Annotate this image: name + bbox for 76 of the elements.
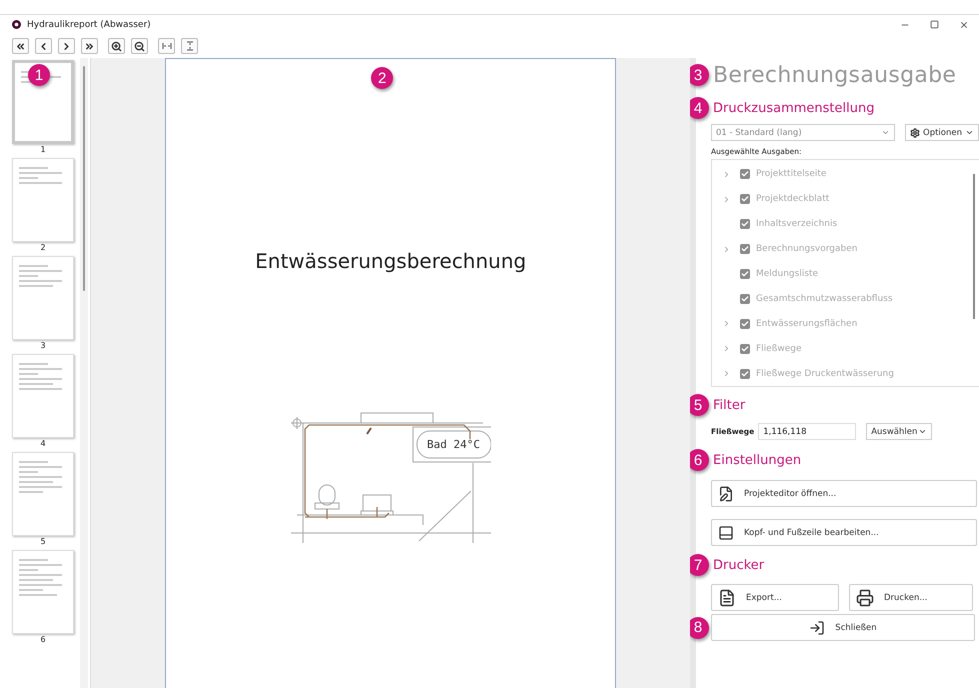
tree-item-label: Berechnungsvorgaben bbox=[756, 244, 858, 254]
flow-path-field[interactable]: 1,116,118 bbox=[758, 423, 856, 440]
printer-icon bbox=[856, 588, 874, 606]
checkbox[interactable] bbox=[740, 244, 750, 254]
room-label: Bad 24°C bbox=[426, 438, 480, 451]
scrollbar-thumb[interactable] bbox=[973, 174, 975, 319]
callout-number: 2 bbox=[371, 67, 394, 89]
section-heading: Druckzusammenstellung bbox=[713, 100, 874, 116]
app-logo-icon bbox=[12, 20, 21, 29]
page-thumbnail[interactable] bbox=[12, 256, 74, 340]
page-number: 3 bbox=[40, 341, 46, 350]
close-button[interactable]: Schließen bbox=[711, 614, 975, 641]
section-heading: Einstellungen bbox=[713, 452, 802, 468]
chevron-down-icon bbox=[881, 128, 890, 137]
checkbox[interactable] bbox=[740, 368, 750, 379]
toolbar-button[interactable] bbox=[58, 38, 75, 54]
section-heading: Drucker bbox=[713, 558, 764, 572]
checkbox[interactable] bbox=[740, 269, 750, 279]
page-thumbnail[interactable] bbox=[12, 452, 74, 536]
select-dropdown[interactable]: Auswählen bbox=[866, 423, 932, 440]
fit-width-icon bbox=[162, 42, 172, 50]
footer-panel-icon bbox=[718, 524, 734, 540]
zoom-in-icon bbox=[111, 40, 122, 52]
tree-item-label: Fließwege Druckentwässerung bbox=[756, 368, 894, 379]
toolbar-button[interactable] bbox=[81, 38, 98, 54]
toolbar-button[interactable] bbox=[12, 38, 29, 54]
tree-item-label: Gesamtschmutzwasserabfluss bbox=[756, 294, 893, 304]
toolbar-button[interactable] bbox=[158, 38, 175, 54]
page-thumbnail[interactable] bbox=[12, 354, 74, 438]
last-page-icon bbox=[84, 40, 95, 52]
tree-item-label: Projektdeckblatt bbox=[756, 194, 830, 204]
chevron-down-icon bbox=[918, 427, 928, 436]
checkbox[interactable] bbox=[740, 318, 750, 329]
page-thumbnail[interactable] bbox=[12, 550, 74, 634]
page-thumbnail[interactable] bbox=[12, 60, 74, 144]
toolbar-button[interactable] bbox=[108, 38, 125, 54]
zoom-out-icon bbox=[134, 40, 145, 52]
checkbox[interactable] bbox=[740, 194, 750, 204]
tree-item-label: Entwässerungsflächen bbox=[756, 318, 858, 329]
checkbox[interactable] bbox=[740, 219, 750, 230]
tree-item-label: Inhaltsverzeichnis bbox=[756, 219, 838, 230]
tree-item-label: Projekttitelseite bbox=[756, 169, 826, 180]
page-title: Entwässerungsberechnung bbox=[255, 249, 526, 273]
window-title: Hydraulikreport (Abwasser) bbox=[27, 20, 152, 30]
maximize-icon[interactable] bbox=[930, 20, 939, 28]
toolbar-button[interactable] bbox=[35, 38, 52, 54]
toolbar-button[interactable] bbox=[181, 38, 198, 54]
page-number: 5 bbox=[40, 537, 46, 546]
print-button[interactable]: Drucken... bbox=[849, 584, 973, 611]
tree-item-label: Fließwege bbox=[756, 344, 802, 354]
fit-height-icon bbox=[186, 41, 194, 51]
checkbox[interactable] bbox=[740, 294, 750, 304]
page-number: 1 bbox=[40, 145, 46, 154]
edit-document-icon bbox=[718, 486, 734, 502]
scrollbar-thumb[interactable] bbox=[83, 66, 85, 291]
section-heading: Filter bbox=[713, 398, 746, 412]
options-dropdown[interactable]: Optionen bbox=[905, 124, 979, 141]
page-thumbnail[interactable] bbox=[12, 158, 74, 242]
first-page-icon bbox=[15, 40, 26, 52]
pdf-document-icon bbox=[718, 588, 736, 606]
exit-door-icon bbox=[809, 620, 826, 636]
checkbox[interactable] bbox=[740, 344, 750, 354]
settings-button[interactable]: Kopf- und Fußzeile bearbeiten... bbox=[711, 519, 977, 546]
panel-title: Berechnungsausgabe bbox=[713, 62, 956, 88]
close-icon[interactable] bbox=[959, 20, 969, 30]
page-number: 6 bbox=[40, 635, 46, 644]
settings-button[interactable]: Projekteditor öffnen... bbox=[711, 480, 977, 507]
export-button[interactable]: Export... bbox=[711, 584, 839, 611]
tree-item-label: Meldungsliste bbox=[756, 269, 818, 279]
page-number: 2 bbox=[40, 243, 46, 252]
settings-icon bbox=[910, 128, 920, 138]
chevron-down-icon bbox=[965, 128, 974, 137]
page-number: 4 bbox=[40, 439, 46, 448]
preset-dropdown[interactable]: 01 - Standard (lang) bbox=[711, 124, 895, 141]
toolbar-button[interactable] bbox=[131, 38, 148, 54]
checkbox[interactable] bbox=[740, 169, 750, 180]
